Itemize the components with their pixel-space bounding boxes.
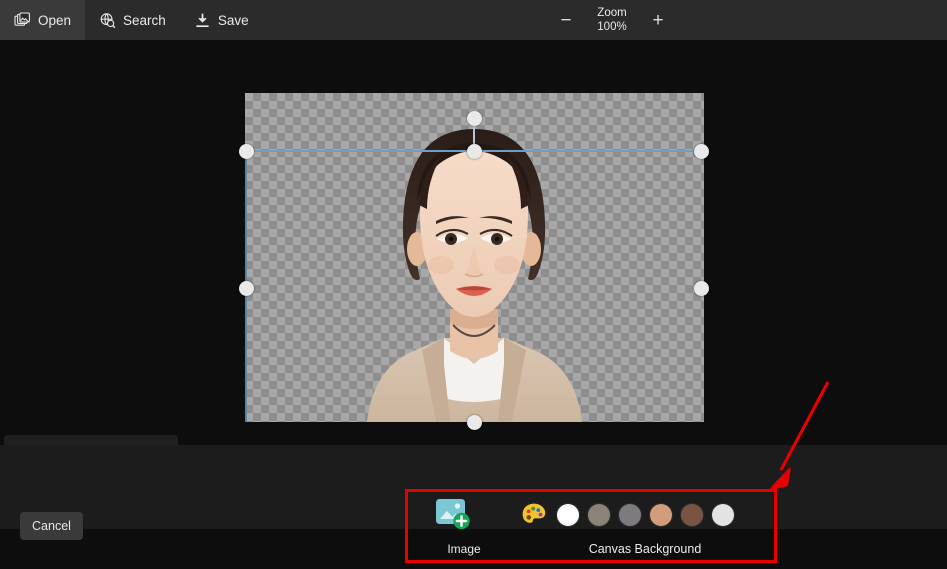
- add-image-icon: [434, 498, 494, 532]
- images-stack-icon: [14, 11, 31, 29]
- resize-handle-top-center[interactable]: [467, 144, 482, 159]
- zoom-value: 100%: [597, 21, 627, 33]
- swatch-brown[interactable]: [681, 504, 703, 526]
- canvas-background-label: Canvas Background: [588, 542, 702, 556]
- search-label: Search: [123, 12, 166, 28]
- canvas-background-panel: Image Canvas Background: [405, 489, 777, 563]
- cancel-button[interactable]: Cancel: [20, 512, 83, 540]
- save-label: Save: [217, 12, 249, 28]
- open-button[interactable]: Open: [0, 0, 86, 40]
- add-image-label: Image: [447, 542, 481, 556]
- resize-handle-bottom-right[interactable]: [694, 281, 709, 296]
- swatch-white[interactable]: [557, 504, 579, 526]
- file-actions-group: Open Search Save: [0, 0, 263, 40]
- resize-handle-top-left[interactable]: [239, 144, 254, 159]
- resize-handle-bottom-left[interactable]: [239, 281, 254, 296]
- swatch-tan[interactable]: [650, 504, 672, 526]
- rotate-handle[interactable]: [467, 111, 482, 126]
- swatch-light-gray[interactable]: [712, 504, 734, 526]
- resize-handle-top-right[interactable]: [694, 144, 709, 159]
- swatch-row: [520, 498, 770, 532]
- add-image-button[interactable]: Image: [434, 498, 494, 556]
- swatch-gray[interactable]: [619, 504, 641, 526]
- color-palette-icon: [520, 501, 548, 529]
- zoom-readout: Zoom 100%: [589, 6, 635, 34]
- save-button[interactable]: Save: [180, 0, 263, 40]
- download-save-icon: [194, 12, 211, 29]
- swatch-taupe-gray[interactable]: [588, 504, 610, 526]
- photo-editor-window: Open Search Save − Zoom 100% + Cancel Im…: [0, 0, 947, 569]
- search-button[interactable]: Search: [85, 0, 180, 40]
- zoom-title: Zoom: [597, 7, 627, 19]
- color-palette-button[interactable]: [520, 501, 548, 529]
- resize-handle-bottom-center[interactable]: [467, 415, 482, 430]
- zoom-in-button[interactable]: +: [645, 7, 671, 33]
- canvas-background-section: Canvas Background: [520, 498, 770, 556]
- zoom-controls: − Zoom 100% +: [553, 0, 671, 40]
- top-toolbar: Open Search Save − Zoom 100% +: [0, 0, 947, 40]
- open-label: Open: [38, 12, 72, 28]
- zoom-out-button[interactable]: −: [553, 7, 579, 33]
- globe-search-icon: [99, 12, 116, 29]
